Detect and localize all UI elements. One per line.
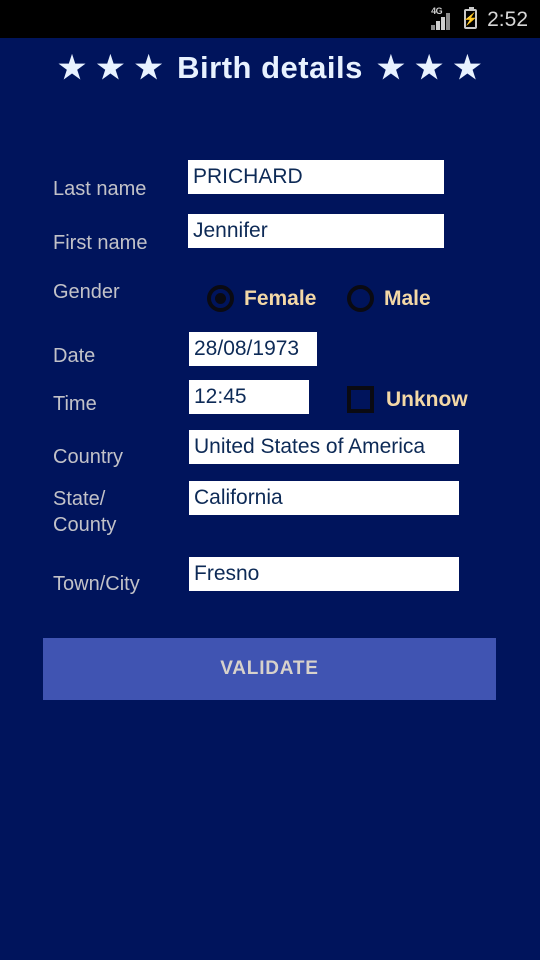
star-icon-left-1: ★ [58,50,87,85]
gender-option-female[interactable]: Female [207,285,316,312]
state-county-label-line1: State/ [53,488,106,510]
validate-button[interactable]: VALIDATE [43,638,496,700]
lightning-bolt-glyph: ⚡ [463,12,479,26]
gender-option-male-label: Male [384,287,431,310]
last-name-input[interactable]: PRICHARD [188,160,444,194]
state-county-label-line2: County [53,514,117,536]
status-bar-icons: 4G ⚡ 2:52 [431,7,528,31]
last-name-label: Last name [53,178,147,200]
first-name-label: First name [53,232,148,254]
country-label: Country [53,446,124,468]
time-label: Time [53,393,97,415]
checkbox-unknown-icon[interactable] [347,386,374,413]
radio-female-icon[interactable] [207,285,234,312]
star-icon-right-3: ★ [453,50,482,85]
status-bar: 4G ⚡ 2:52 [0,0,540,38]
star-icon-left-3: ★ [134,50,164,85]
time-unknown-label: Unknow [386,388,468,411]
signal-bars [431,13,451,30]
country-input[interactable]: United States of America [189,430,459,464]
town-city-label: Town/City [53,573,140,595]
battery-charging-icon: ⚡ [463,7,479,29]
star-icon-left-2: ★ [96,50,125,85]
app-screen: 4G ⚡ 2:52 ★ ★ ★ Birth details ★ ★ ★ Last nam… [0,0,540,960]
gender-option-female-label: Female [244,287,317,310]
star-icon-right-2: ★ [415,50,444,85]
page-title: ★ ★ ★ Birth details ★ ★ ★ [0,50,540,86]
state-county-input[interactable]: California [189,481,459,515]
date-input[interactable]: 28/08/1973 [189,332,317,366]
signal-bars-icon: 4G [431,7,457,30]
radio-male-icon[interactable] [347,285,374,312]
gender-label: Gender [53,281,120,303]
gender-option-male[interactable]: Male [347,285,431,312]
town-city-input[interactable]: Fresno [189,557,459,591]
status-bar-clock: 2:52 [487,7,528,31]
time-unknown-checkbox-group[interactable]: Unknow [347,386,540,413]
date-label: Date [53,345,96,367]
first-name-input[interactable]: Jennifer [188,214,444,248]
time-input[interactable]: 12:45 [189,380,309,414]
star-icon-right-1: ★ [376,50,406,85]
state-county-label: State/ County [53,486,183,538]
page-title-text: Birth details [177,50,363,85]
